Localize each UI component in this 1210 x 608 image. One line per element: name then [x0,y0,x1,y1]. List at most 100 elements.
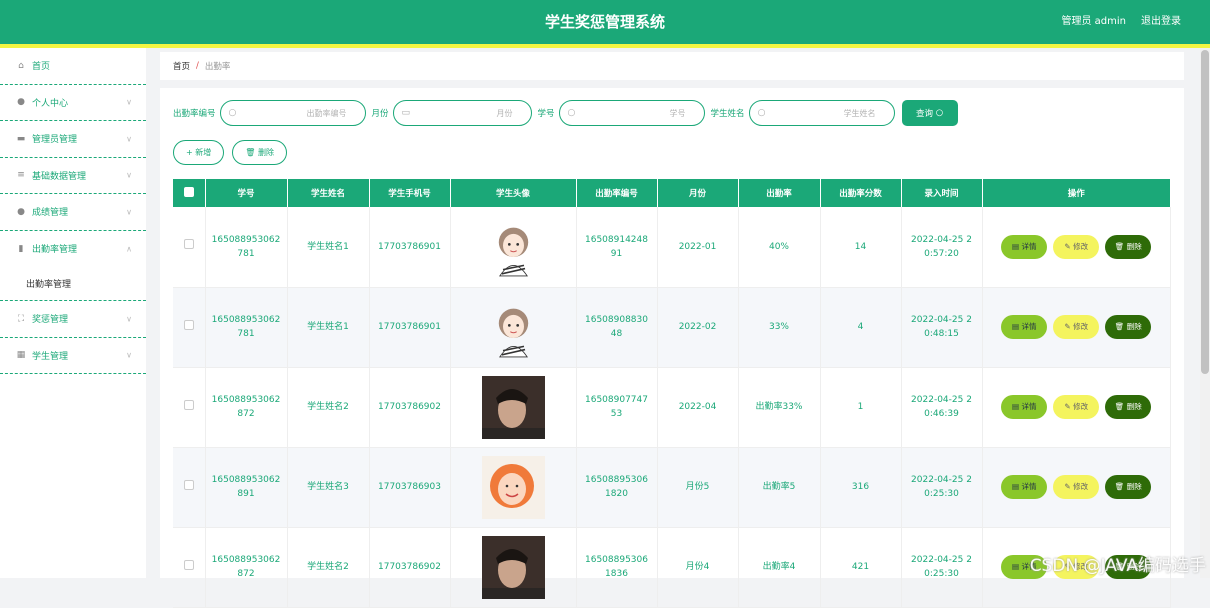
page-scrollbar[interactable] [1200,48,1210,578]
sidebar-item-grades[interactable]: ● 成绩管理 ∨ [0,194,146,231]
cell-rate: 33% [738,287,820,367]
cell-entry-time: 2022-04-25 20:46:39 [901,367,982,447]
cell-score: 14 [820,207,901,287]
edit-button[interactable]: ✎ 修改 [1053,235,1099,259]
cell-student-id: 165088953062781 [205,207,287,287]
cell-attendance-code: 165088953061836 [576,527,657,607]
sidebar-item-students[interactable]: ▦ 学生管理 ∨ [0,338,146,375]
app-title: 学生奖惩管理系统 [0,0,1210,44]
select-all-checkbox[interactable] [173,179,205,207]
sidebar-item-rewards[interactable]: ⛶ 奖惩管理 ∨ [0,301,146,338]
attendance-table: 学号 学生姓名 学生手机号 学生头像 出勤率编号 月份 出勤率 出勤率分数 录入… [173,179,1171,608]
chevron-up-icon: ∧ [126,244,132,253]
sidebar-item-admin[interactable]: ▬ 管理员管理 ∨ [0,121,146,158]
plus-icon: + [186,148,193,157]
cell-student-name: 学生姓名2 [287,527,369,607]
cell-avatar [450,207,576,287]
breadcrumb-current: 出勤率 [205,60,231,72]
cell-student-name: 学生姓名1 [287,287,369,367]
cell-month: 月份4 [657,527,738,607]
sidebar-item-home[interactable]: ⌂ 首页 [0,48,146,85]
row-checkbox[interactable] [173,287,205,367]
search-icon: ○ [229,108,237,118]
code-search-input[interactable]: ○ 出勤率编号 [220,100,366,126]
logout-link[interactable]: 退出登录 [1141,0,1181,44]
cell-rate: 40% [738,207,820,287]
avatar [482,376,545,439]
delete-button[interactable]: 🗑 删除 [1105,235,1151,259]
student-name-search-input[interactable]: ○ 学生姓名 [749,100,895,126]
search-button[interactable]: 查询 ○ [902,100,958,126]
chevron-down-icon: ∨ [126,207,132,216]
search-label-student-name: 学生姓名 [711,107,745,119]
batch-delete-button[interactable]: 🗑 删除 [232,140,287,165]
avatar [482,456,545,519]
row-checkbox[interactable] [173,527,205,607]
table-row: 165088953062872学生姓名217703786902165089077… [173,367,1171,447]
search-label-code: 出勤率编号 [173,107,216,119]
search-bar: 出勤率编号 ○ 出勤率编号 月份 ▭ 月份 学号 ○ 学号 学生姓名 ○ 学生姓… [173,100,958,126]
chevron-down-icon: ∨ [126,171,132,180]
sidebar-item-label: 个人中心 [32,96,68,109]
sidebar-item-profile[interactable]: ● 个人中心 ∨ [0,85,146,122]
cell-avatar [450,527,576,607]
row-checkbox[interactable] [173,447,205,527]
edit-button[interactable]: ✎ 修改 [1053,315,1099,339]
delete-button[interactable]: 🗑 删除 [1105,395,1151,419]
row-checkbox[interactable] [173,207,205,287]
user-icon: ● [16,207,26,217]
cell-score: 1 [820,367,901,447]
main-panel: 出勤率编号 ○ 出勤率编号 月份 ▭ 月份 学号 ○ 学号 学生姓名 ○ 学生姓… [160,88,1184,578]
scrollbar-thumb[interactable] [1201,50,1209,374]
cell-rate: 出勤率33% [738,367,820,447]
detail-button[interactable]: ▤ 详情 [1001,395,1047,419]
top-header: 学生奖惩管理系统 管理员 admin 退出登录 [0,0,1210,44]
table-row: 165088953062872学生姓名217703786902165088953… [173,527,1171,607]
table-row: 165088953062891学生姓名317703786903165088953… [173,447,1171,527]
sidebar-item-label: 奖惩管理 [32,312,68,325]
cell-attendance-code: 165088953061820 [576,447,657,527]
cell-rate: 出勤率5 [738,447,820,527]
delete-button[interactable]: 🗑 删除 [1105,475,1151,499]
cell-student-id: 165088953062872 [205,367,287,447]
detail-button[interactable]: ▤ 详情 [1001,475,1047,499]
search-icon: ○ [568,108,576,118]
cell-score: 421 [820,527,901,607]
delete-button[interactable]: 🗑 删除 [1105,315,1151,339]
edit-button[interactable]: ✎ 修改 [1053,475,1099,499]
cell-phone: 17703786903 [369,447,450,527]
search-label-student-id: 学号 [538,107,555,119]
cell-attendance-code: 1650891424891 [576,207,657,287]
cell-student-id: 165088953062872 [205,527,287,607]
chevron-down-icon: ∨ [126,314,132,323]
cell-score: 316 [820,447,901,527]
cell-operations: ▤ 详情✎ 修改🗑 删除 [982,367,1171,447]
sidebar-item-attendance[interactable]: ▮ 出勤率管理 ∧ [0,231,146,268]
month-picker[interactable]: ▭ 月份 [393,100,532,126]
sidebar-item-label: 基础数据管理 [32,169,86,182]
home-icon: ⌂ [16,61,26,71]
detail-button[interactable]: ▤ 详情 [1001,235,1047,259]
cell-score: 4 [820,287,901,367]
detail-button[interactable]: ▤ 详情 [1001,315,1047,339]
sidebar-item-label: 首页 [32,59,50,72]
add-button[interactable]: + 新增 [173,140,224,165]
trash-icon: 🗑 [245,148,255,157]
row-checkbox[interactable] [173,367,205,447]
student-id-search-input[interactable]: ○ 学号 [559,100,705,126]
sidebar-item-basic-data[interactable]: ≡ 基础数据管理 ∨ [0,158,146,195]
cell-month: 2022-02 [657,287,738,367]
sidebar-item-label: 出勤率管理 [32,242,77,255]
cell-operations: ▤ 详情✎ 修改🗑 删除 [982,287,1171,367]
edit-button[interactable]: ✎ 修改 [1053,395,1099,419]
list-icon: ≡ [16,170,26,180]
breadcrumb-home[interactable]: 首页 [173,60,190,72]
header-accent-bar [0,44,1210,48]
grid-icon: ▦ [16,350,26,360]
cell-phone: 17703786902 [369,367,450,447]
sidebar-subitem-attendance[interactable]: 出勤率管理 [0,267,146,301]
column-header: 操作 [982,179,1171,207]
cell-phone: 17703786901 [369,207,450,287]
cell-operations: ▤ 详情✎ 修改🗑 删除 [982,447,1171,527]
cell-month: 月份5 [657,447,738,527]
